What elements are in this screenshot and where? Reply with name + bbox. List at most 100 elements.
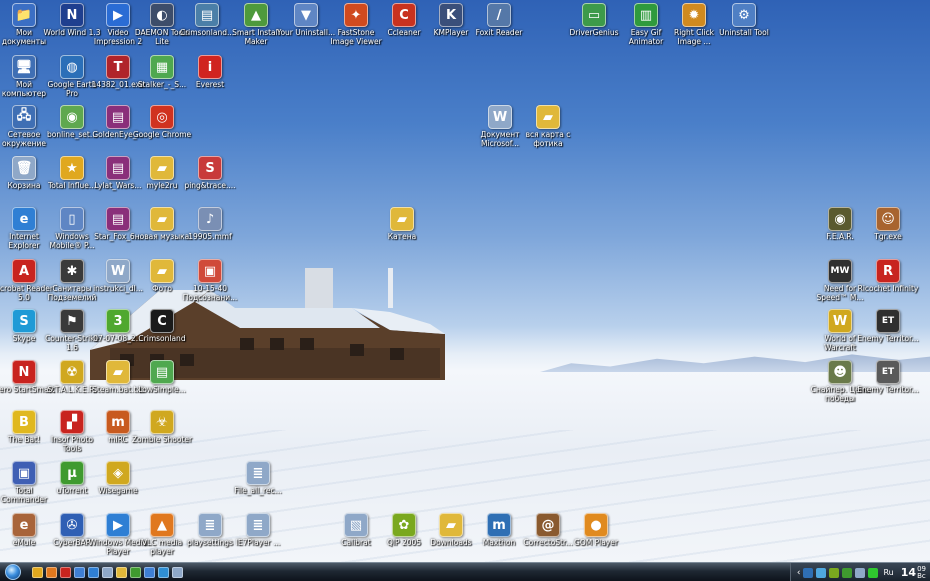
cyberbar-icon: ✇: [60, 513, 84, 537]
text-file-icon: ▤: [150, 360, 174, 384]
emule-icon: e: [12, 513, 36, 537]
folder-icon: ▰: [150, 207, 174, 231]
counter-strike-icon: ⚑: [60, 309, 84, 333]
desktop-icon[interactable]: ▤ LowSimple...: [131, 360, 193, 395]
folder-icon: ▰: [536, 105, 560, 129]
language-indicator[interactable]: Ru: [883, 568, 893, 577]
desktop-icon[interactable]: ▣ 10-15-40 Подсознани...: [179, 259, 241, 302]
media-icon[interactable]: [74, 566, 85, 578]
desktop: 📁 Мои документы N World Wind 1.3 ▶ Video Impr…: [0, 0, 930, 562]
qip-tray-icon[interactable]: [829, 567, 840, 578]
desktop-icon-label: Enemy Territor...: [857, 385, 919, 394]
desktop-icon[interactable]: i Everest: [179, 55, 241, 90]
desktop-icon-label: eMule: [12, 538, 36, 547]
sniper-icon: ☻: [828, 360, 852, 384]
mail-icon[interactable]: [144, 566, 155, 578]
desktop-icon-label: 10-15-40 Подсознани...: [182, 284, 238, 302]
character-exe-icon: ☺: [876, 207, 900, 231]
folder-icon: ▰: [150, 259, 174, 283]
opera-icon[interactable]: [60, 566, 71, 578]
desktop-icon[interactable]: ≣ IE7Player ...: [227, 513, 289, 548]
desktop-icon-label: Calibrat: [341, 538, 371, 547]
calc-icon[interactable]: [102, 566, 113, 578]
desktop-icon[interactable]: R Ricochet Infinity: [857, 259, 919, 294]
clock[interactable]: 14 09 Вс: [900, 565, 926, 580]
start-button[interactable]: [0, 563, 26, 581]
desktop-icon[interactable]: ET Enemy Territor...: [857, 309, 919, 344]
install-box-icon: ▲: [244, 3, 268, 27]
desktop-icon-label: вся карта с фотика: [525, 130, 571, 148]
desktop-icon[interactable]: ▰ Катена: [371, 207, 433, 242]
media-player-icon: ▶: [106, 513, 130, 537]
system-tray: ‹ Ru 14 09 Вс: [789, 563, 930, 581]
faststone-icon: ✦: [344, 3, 368, 27]
firefox-icon[interactable]: [46, 566, 57, 578]
crimsonland-icon: C: [150, 309, 174, 333]
notes-icon[interactable]: [172, 566, 183, 578]
nasa-icon: N: [60, 3, 84, 27]
explorer-icon[interactable]: [158, 566, 169, 578]
spb-file-icon: S: [198, 156, 222, 180]
winrar-icon: ▤: [106, 207, 130, 231]
desktop-icon-label: uTorrent: [56, 486, 88, 495]
quick-launch-bar: [32, 566, 183, 578]
desktop-icon[interactable]: ☺ Tgr.exe: [857, 207, 919, 242]
desktop-icon[interactable]: ET Enemy Territor...: [857, 360, 919, 395]
desktop-icon-label: Enemy Territor...: [857, 334, 919, 343]
desktop-icon-label: Wisegame: [98, 486, 138, 495]
desktop-icon-label: CyberBAR: [53, 538, 91, 547]
desktop-icon[interactable]: / Foxit Reader: [468, 3, 530, 38]
google-earth-icon: ◍: [60, 55, 84, 79]
utorrent-tray-icon[interactable]: [842, 567, 853, 578]
desktop-icon-label: Tgr.exe: [874, 232, 902, 241]
desktop-icon[interactable]: Sping&trace....: [179, 156, 241, 191]
desktop-icon-label: Фото: [151, 284, 172, 293]
the-bat-icon: B: [12, 410, 36, 434]
desktop-icon[interactable]: ◎ Google Chrome: [131, 105, 193, 140]
desktop-icon[interactable]: ▰ вся карта с фотика: [517, 105, 579, 148]
kmplayer-icon: K: [439, 3, 463, 27]
gif-animator-icon: ▥: [634, 3, 658, 27]
desktop-icon-label: Uninstall Tool: [719, 28, 769, 37]
star-icon: ★: [60, 156, 84, 180]
chrome-icon[interactable]: [130, 566, 141, 578]
desktop-icon[interactable]: ♪ 19905.mmf: [179, 207, 241, 242]
network-tray-icon[interactable]: [816, 567, 827, 578]
desktop-icon-label: Skype: [12, 334, 36, 343]
desktop-icon[interactable]: ⚙ Uninstall Tool: [713, 3, 775, 38]
driver-genius-icon: ▭: [582, 3, 606, 27]
desktop-icon-label: Google Chrome: [132, 130, 192, 139]
desktop-icon[interactable]: ● GOM Player: [565, 513, 627, 548]
enemy-territory-icon: ET: [876, 360, 900, 384]
gear-image-icon: ✹: [682, 3, 706, 27]
language-green-icon[interactable]: [868, 567, 879, 578]
desktop-icon-label: Катена: [387, 232, 417, 241]
photo-tools-icon: ▞: [60, 410, 84, 434]
desktop-icon[interactable]: ≣ File_all_rec...: [227, 461, 289, 496]
desktop-icon[interactable]: ☣ Zombie Shooter: [131, 410, 193, 445]
ie-icon[interactable]: [88, 566, 99, 578]
skype-icon: S: [12, 309, 36, 333]
desktop-icon-label: DriverGenius: [569, 28, 619, 37]
radiation-icon: ☢: [60, 360, 84, 384]
desktop-icon-label: Everest: [195, 80, 225, 89]
folder-icon: ▰: [390, 207, 414, 231]
installer-icon: ▤: [195, 3, 219, 27]
tray-icons: [803, 567, 879, 578]
globe-setup-icon: ◉: [60, 105, 84, 129]
volume-tray-icon[interactable]: [855, 567, 866, 578]
folder-icon[interactable]: [116, 566, 127, 578]
desktop-icon[interactable]: ◈ Wisegame: [87, 461, 149, 496]
utorrent-icon: μ: [60, 461, 84, 485]
desktop-icon-label: Ricochet Infinity: [857, 284, 919, 293]
maxthon-tray-icon[interactable]: [803, 567, 814, 578]
calibrate-icon: ▧: [344, 513, 368, 537]
tray-expand-chevron-icon[interactable]: ‹: [797, 568, 801, 578]
desktop-icon-label: Корзина: [7, 181, 41, 190]
desktop-icon[interactable]: C Crimsonland: [131, 309, 193, 344]
media-file-icon: ▣: [198, 259, 222, 283]
show-desktop-icon[interactable]: [32, 566, 43, 578]
clock-hour: 14: [900, 565, 917, 579]
exe-file-icon: T: [106, 55, 130, 79]
taskbar: ‹ Ru 14 09 Вс: [0, 562, 930, 581]
